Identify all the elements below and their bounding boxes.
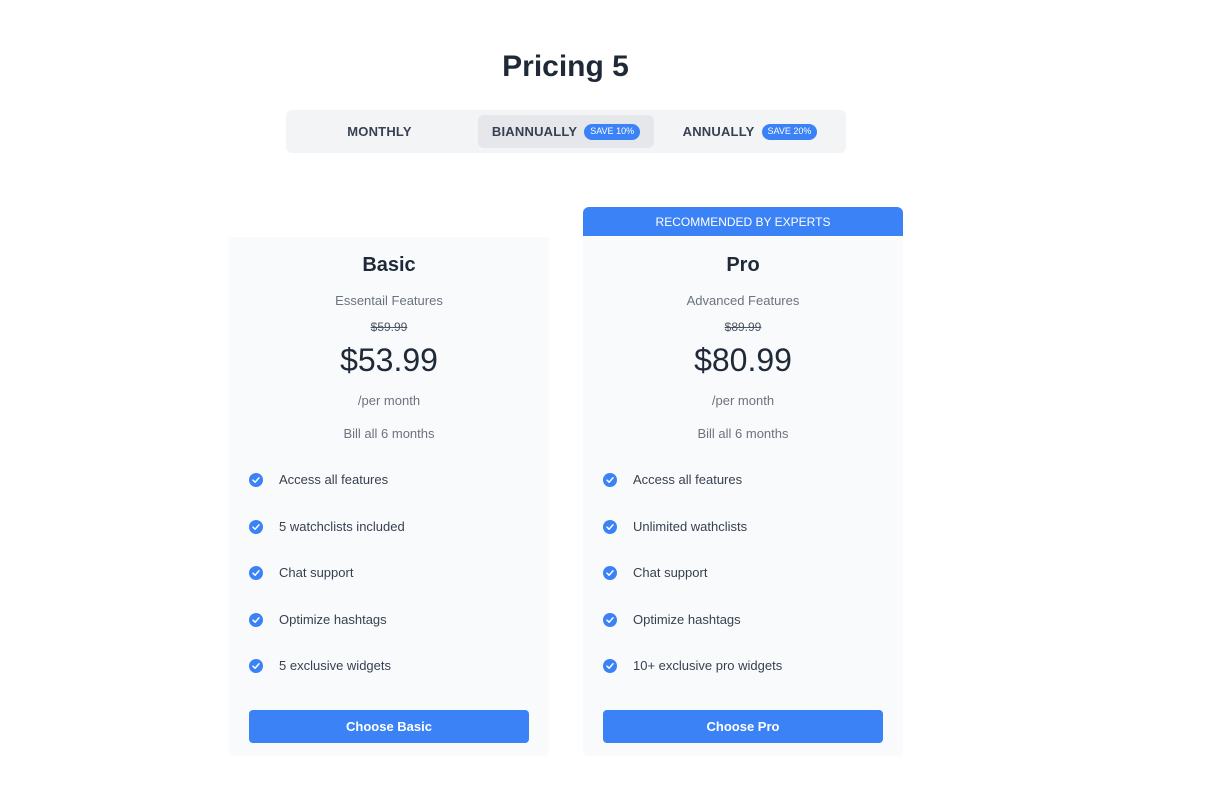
feature-item: Chat support: [249, 565, 405, 612]
tab-label: MONTHLY: [347, 124, 412, 139]
feature-list: Access all features Unlimited wathclists…: [603, 472, 782, 705]
feature-label: 5 watchclists included: [279, 518, 405, 534]
check-circle-icon: [603, 473, 617, 487]
check-circle-icon: [249, 566, 263, 581]
recommended-ribbon: RECOMMENDED BY EXPERTS: [583, 207, 903, 236]
feature-label: Chat support: [633, 565, 708, 581]
feature-label: Optimize hashtags: [633, 611, 741, 627]
tab-monthly[interactable]: MONTHLY: [291, 115, 468, 148]
check-circle-icon: [249, 612, 263, 627]
feature-item: 10+ exclusive pro widgets: [603, 658, 782, 705]
price: $53.99: [340, 342, 438, 378]
tab-annually[interactable]: ANNUALLY SAVE 20%: [662, 115, 838, 148]
tab-biannually[interactable]: BIANNUALLY SAVE 10%: [478, 115, 654, 148]
check-circle-icon: [603, 519, 617, 534]
save-badge: SAVE 10%: [584, 123, 641, 140]
price: $80.99: [694, 342, 792, 378]
feature-label: Access all features: [279, 472, 389, 487]
billing-note: Bill all 6 months: [697, 426, 789, 441]
plan-name: Basic: [362, 254, 416, 276]
feature-label: Access all features: [633, 472, 743, 487]
choose-pro-button[interactable]: Choose Pro: [603, 710, 883, 743]
feature-item: Optimize hashtags: [603, 612, 782, 659]
check-circle-icon: [603, 659, 617, 674]
feature-item: Access all features: [603, 472, 782, 519]
choose-basic-button[interactable]: Choose Basic: [249, 710, 529, 743]
feature-item: Optimize hashtags: [249, 612, 405, 659]
tab-label: BIANNUALLY: [491, 124, 578, 139]
feature-label: 10+ exclusive pro widgets: [633, 658, 783, 674]
page-title: Pricing 5: [502, 50, 629, 83]
billing-period-tabs: MONTHLY BIANNUALLY SAVE 10% ANNUALLY SAV…: [286, 110, 846, 153]
plan-card-basic: Basic Essentail Features $59.99 $53.99 /…: [229, 237, 549, 756]
feature-item: Chat support: [603, 565, 782, 612]
check-circle-icon: [249, 473, 263, 487]
feature-item: Unlimited wathclists: [603, 519, 782, 566]
price-period: /per month: [711, 393, 775, 408]
save-badge: SAVE 20%: [761, 123, 818, 140]
price-period: /per month: [357, 393, 421, 408]
feature-label: Optimize hashtags: [279, 611, 387, 627]
check-circle-icon: [603, 566, 617, 581]
feature-item: 5 watchclists included: [249, 519, 405, 566]
old-price: $89.99: [724, 320, 762, 334]
billing-note: Bill all 6 months: [343, 426, 435, 441]
tab-label: ANNUALLY: [682, 124, 755, 139]
feature-label: Chat support: [279, 565, 354, 581]
old-price: $59.99: [370, 320, 408, 334]
feature-list: Access all features 5 watchclists includ…: [249, 472, 405, 705]
check-circle-icon: [249, 659, 263, 674]
feature-item: Access all features: [249, 472, 405, 519]
plan-name: Pro: [726, 254, 760, 276]
feature-label: 5 exclusive widgets: [279, 658, 391, 674]
plan-subtitle: Essentail Features: [335, 293, 443, 308]
check-circle-icon: [249, 519, 263, 534]
feature-item: 5 exclusive widgets: [249, 658, 405, 705]
plan-subtitle: Advanced Features: [686, 293, 800, 308]
check-circle-icon: [603, 612, 617, 627]
plan-card-pro: Pro Advanced Features $89.99 $80.99 /per…: [583, 237, 903, 756]
feature-label: Unlimited wathclists: [633, 518, 748, 534]
